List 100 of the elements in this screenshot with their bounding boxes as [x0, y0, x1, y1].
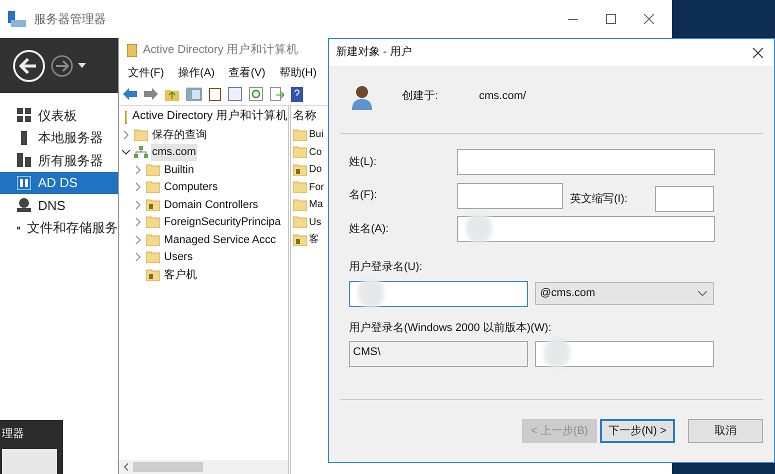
maximize-icon[interactable]	[606, 14, 616, 24]
taskbar-thumbnail[interactable]: 理器	[0, 420, 63, 474]
pre2000-name-field[interactable]	[535, 341, 714, 367]
menu-item[interactable]: 查看(V)	[228, 64, 266, 82]
column-header[interactable]: 名称	[293, 108, 328, 126]
sidebar-item[interactable]: DNS	[0, 194, 118, 216]
forward-icon[interactable]	[50, 54, 74, 78]
folder-icon	[293, 216, 307, 228]
window-title: Active Directory 用户和计算机	[143, 42, 299, 58]
folder-up-icon[interactable]	[165, 88, 179, 100]
sidebar-item[interactable]: 文件和存储服务	[0, 216, 118, 239]
refresh-icon[interactable]	[249, 87, 263, 101]
menu-item[interactable]: 文件(F)	[128, 64, 164, 82]
tree-item[interactable]: Computers	[163, 179, 219, 196]
list-item[interactable]: Ma	[309, 197, 323, 212]
chevron-right-icon[interactable]	[133, 252, 143, 262]
tree-item[interactable]: Builtin	[163, 162, 195, 178]
folder-icon	[146, 251, 160, 264]
folder-icon	[146, 181, 160, 194]
last-name-field[interactable]	[457, 149, 715, 175]
tree-item[interactable]: 客户机	[163, 266, 198, 283]
dialog-button[interactable]: 下一步(N) >	[600, 419, 675, 443]
tree-item[interactable]: Users	[163, 249, 194, 266]
minimize-icon[interactable]	[568, 18, 578, 20]
logon-name-field[interactable]	[349, 280, 528, 306]
folder-icon	[146, 234, 160, 246]
initials-field[interactable]	[655, 186, 714, 212]
chevron-right-icon[interactable]	[133, 217, 143, 228]
chevron-down-icon[interactable]	[121, 147, 131, 158]
folder-icon	[146, 164, 160, 176]
window-title: 服务器管理器	[34, 11, 106, 28]
redaction-blur	[466, 213, 492, 243]
chevron-right-icon[interactable]	[121, 130, 131, 140]
folder-icon	[134, 128, 148, 141]
first-name-field[interactable]	[457, 183, 563, 209]
window-preview	[2, 448, 57, 474]
back-icon[interactable]	[12, 48, 46, 82]
list-item[interactable]: Do	[309, 162, 322, 178]
sidebar-item[interactable]: 所有服务器	[0, 149, 118, 172]
export-icon[interactable]	[270, 87, 284, 101]
folder-icon	[293, 128, 307, 141]
scroll-left-icon[interactable]	[123, 463, 129, 471]
close-icon[interactable]	[753, 48, 763, 58]
domain-icon	[134, 146, 148, 159]
field-label: 姓(L):	[349, 154, 378, 170]
horizontal-scrollbar[interactable]	[119, 460, 288, 474]
sidebar-item[interactable]: AD DS	[0, 172, 118, 194]
dashboard-icon	[17, 108, 31, 122]
help-icon[interactable]	[291, 86, 303, 102]
field-label: 名(F):	[349, 188, 378, 203]
tree-item[interactable]: Managed Service Accc	[163, 232, 277, 248]
redaction-blur	[544, 338, 570, 368]
thumbnail-title: 理器	[2, 427, 25, 442]
field-label: 姓名(A):	[349, 222, 390, 237]
panel-icon[interactable]	[186, 87, 202, 101]
folder-with-document-icon	[293, 234, 307, 246]
domain-prefix-field: CMS\	[349, 341, 528, 367]
dns-icon	[17, 198, 31, 212]
tree-item[interactable]: ForeignSecurityPrincipa	[163, 214, 282, 230]
created-in-value: cms.com/	[479, 89, 526, 104]
server-app-icon	[8, 11, 26, 27]
user-icon	[351, 84, 373, 110]
list-item[interactable]: 客	[309, 232, 319, 248]
full-name-field[interactable]	[457, 216, 715, 242]
chevron-right-icon[interactable]	[133, 182, 143, 192]
back-arrow-icon[interactable]	[123, 88, 137, 100]
folder-icon	[146, 216, 160, 228]
created-in-label: 创建于:	[402, 89, 440, 104]
domain-dropdown[interactable]: @cms.com	[535, 282, 714, 305]
field-label: 用户登录名(U):	[349, 260, 424, 275]
chevron-right-icon[interactable]	[133, 164, 143, 175]
menu-item[interactable]: 帮助(H)	[279, 64, 317, 82]
tree-item[interactable]: 保存的查询	[151, 126, 208, 143]
sidebar-item[interactable]: 本地服务器	[0, 126, 118, 149]
close-icon[interactable]	[644, 14, 654, 24]
redaction-blur	[358, 278, 384, 308]
dropdown-caret-icon[interactable]	[78, 63, 86, 68]
sidebar-item[interactable]: 仪表板	[0, 104, 118, 126]
menu-item[interactable]: 操作(A)	[178, 64, 215, 82]
folder-with-document-icon	[146, 198, 160, 211]
chevron-right-icon[interactable]	[133, 234, 143, 245]
list-item[interactable]: Bui	[309, 127, 324, 142]
tree-item[interactable]: Domain Controllers	[163, 196, 260, 213]
servers-icon	[17, 153, 31, 168]
tree-root[interactable]: Active Directory 用户和计算机	[132, 108, 288, 126]
folder-icon	[293, 198, 307, 211]
field-label: 用户登录名(Windows 2000 以前版本)(W):	[349, 320, 552, 336]
chevron-down-icon	[698, 291, 707, 296]
folder-with-document-icon	[293, 164, 307, 176]
list-item[interactable]: Us	[309, 214, 322, 230]
folder-icon	[293, 181, 307, 194]
chevron-right-icon[interactable]	[133, 200, 143, 210]
dialog-button[interactable]: 取消	[688, 419, 763, 443]
dialog-title: 新建对象 - 用户	[336, 44, 412, 60]
adds-icon	[17, 176, 31, 190]
list-item[interactable]: Co	[309, 144, 322, 160]
field-label: 英文缩写(I):	[570, 192, 628, 207]
list-item[interactable]: For	[309, 180, 324, 195]
tree-item[interactable]: cms.com	[151, 144, 197, 160]
forward-arrow-icon[interactable]	[144, 88, 158, 100]
